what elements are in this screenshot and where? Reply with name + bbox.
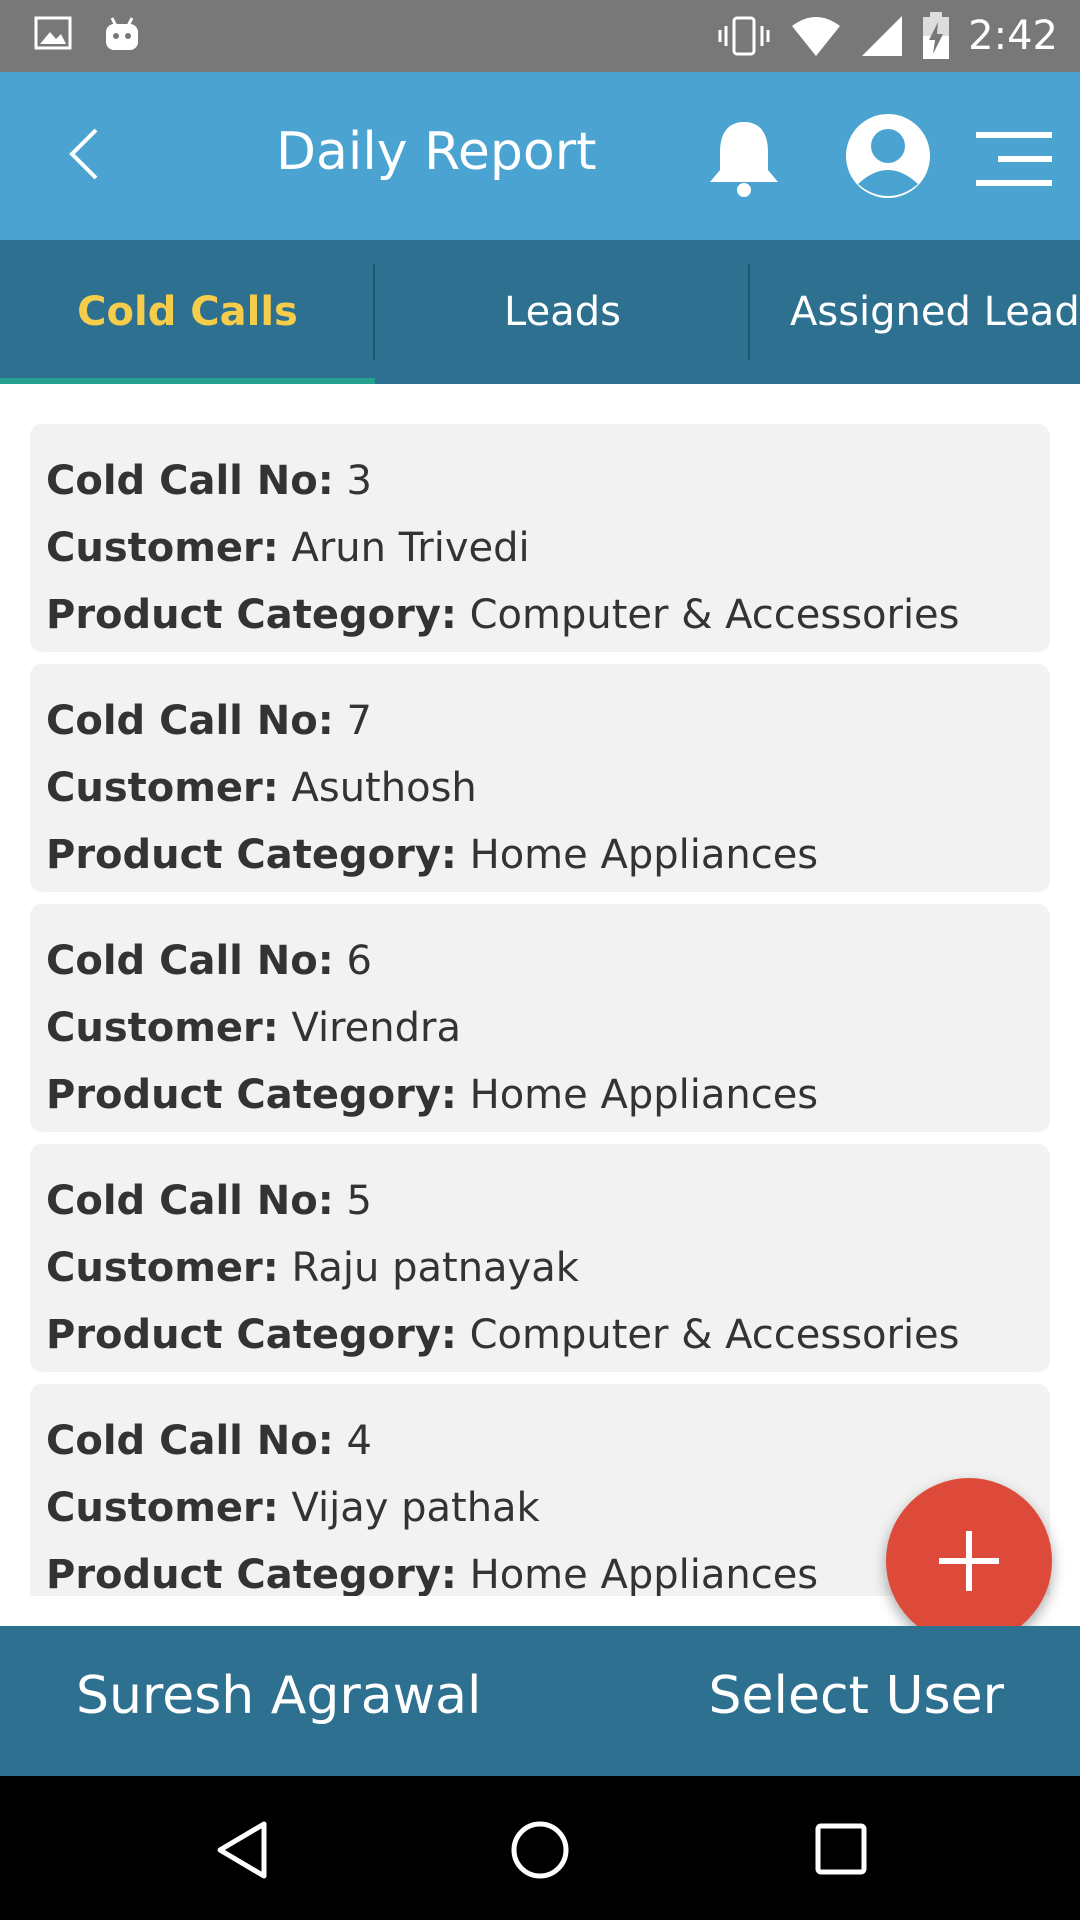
status-bar: 2:42 xyxy=(0,0,1080,72)
add-cold-call-button[interactable] xyxy=(886,1478,1052,1644)
cold-call-number-row: Cold Call No: 3 xyxy=(46,458,372,504)
cold-call-number-row: Cold Call No: 7 xyxy=(46,698,372,744)
back-icon[interactable] xyxy=(60,124,120,184)
app-bar: Daily Report xyxy=(0,72,1080,240)
plus-icon xyxy=(939,1531,999,1591)
list-item[interactable]: Cold Call No: 5 Customer: Raju patnayak … xyxy=(30,1144,1050,1372)
profile-icon[interactable] xyxy=(844,112,932,200)
list-item[interactable]: Cold Call No: 7 Customer: Asuthosh Produ… xyxy=(30,664,1050,892)
android-icon xyxy=(106,17,138,50)
image-icon xyxy=(34,16,72,50)
select-user-button[interactable]: Select User xyxy=(709,1666,1004,1726)
category-row: Product Category: Computer & Accessories xyxy=(46,1312,960,1358)
customer-row: Customer: Arun Trivedi xyxy=(46,525,530,571)
current-user-name: Suresh Agrawal xyxy=(76,1666,482,1726)
customer-row: Customer: Raju patnayak xyxy=(46,1245,579,1291)
category-row: Product Category: Home Appliances xyxy=(46,832,819,878)
tab-divider xyxy=(373,264,375,360)
customer-row: Customer: Virendra xyxy=(46,1005,461,1051)
nav-recents-icon[interactable] xyxy=(814,1822,868,1876)
customer-row: Customer: Asuthosh xyxy=(46,765,477,811)
tab-divider xyxy=(748,264,750,360)
tab-bar: Cold Calls Leads Assigned Lead xyxy=(0,240,1080,384)
cold-call-number-row: Cold Call No: 4 xyxy=(46,1418,372,1464)
bell-icon[interactable] xyxy=(706,118,782,198)
tab-assigned-lead[interactable]: Assigned Lead xyxy=(750,240,1080,384)
list-item[interactable]: Cold Call No: 6 Customer: Virendra Produ… xyxy=(30,904,1050,1132)
menu-icon[interactable] xyxy=(976,130,1052,188)
list-item[interactable]: Cold Call No: 3 Customer: Arun Trivedi P… xyxy=(30,424,1050,652)
nav-home-icon[interactable] xyxy=(510,1820,570,1880)
category-row: Product Category: Computer & Accessories xyxy=(46,592,960,638)
page-title: Daily Report xyxy=(276,122,597,182)
tab-cold-calls[interactable]: Cold Calls xyxy=(0,240,375,384)
customer-row: Customer: Vijay pathak xyxy=(46,1485,540,1531)
system-nav-bar xyxy=(0,1776,1080,1920)
vibrate-icon xyxy=(718,16,770,56)
category-row: Product Category: Home Appliances xyxy=(46,1072,819,1118)
bottom-bar: Suresh Agrawal Select User xyxy=(0,1626,1080,1776)
signal-icon xyxy=(862,16,903,56)
cold-call-number-row: Cold Call No: 6 xyxy=(46,938,372,984)
status-time: 2:42 xyxy=(968,13,1058,59)
cold-call-list[interactable]: Cold Call No: 3 Customer: Arun Trivedi P… xyxy=(30,424,1050,1596)
tab-leads[interactable]: Leads xyxy=(375,240,750,384)
battery-icon xyxy=(923,12,950,59)
wifi-icon xyxy=(792,17,841,56)
nav-back-icon[interactable] xyxy=(214,1820,270,1880)
cold-call-number-row: Cold Call No: 5 xyxy=(46,1178,372,1224)
